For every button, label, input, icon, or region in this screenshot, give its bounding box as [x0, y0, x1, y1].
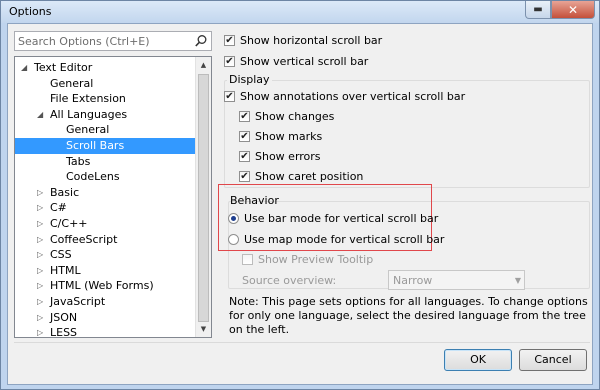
tree-item[interactable]: ▷ JavaScript — [15, 294, 197, 310]
tree-item-label: CoffeeScript — [50, 232, 118, 246]
tree-scrollbar[interactable]: ▲ ▼ — [195, 57, 211, 337]
tree-item-label: File Extension — [50, 92, 126, 106]
checkbox-label: Show marks — [255, 130, 323, 143]
close-button[interactable]: ✕ — [551, 1, 595, 19]
tree-item-label: Scroll Bars — [66, 139, 125, 152]
options-dialog: Options ▬ ✕ Search Options (Ctrl+E) ◢ Tex… — [0, 0, 600, 390]
search-placeholder: Search Options (Ctrl+E) — [18, 35, 150, 48]
collapsed-arrow-icon[interactable]: ▷ — [37, 200, 43, 216]
source-overview-label: Source overview: — [242, 274, 337, 287]
expanded-arrow-icon[interactable]: ◢ — [21, 60, 27, 76]
tree-item-label: All Languages — [50, 107, 128, 121]
checkbox-icon — [242, 254, 253, 265]
tree-item-label: C/C++ — [50, 217, 88, 230]
ok-button[interactable]: OK — [444, 349, 512, 371]
tree-item-label: JSON — [50, 310, 78, 324]
behavior-group-title: Behavior — [230, 194, 279, 207]
checkbox-icon: ✔ — [239, 171, 250, 182]
radio-label: Use bar mode for vertical scroll bar — [244, 212, 439, 225]
tree-item[interactable]: ▷ LESS — [15, 325, 197, 338]
tree-item-label: CSS — [50, 248, 72, 262]
tree-item[interactable]: CodeLens — [15, 169, 197, 185]
tree-item[interactable]: ▷ JSON — [15, 310, 197, 326]
tree-item[interactable]: Scroll Bars — [15, 138, 197, 154]
tree-item[interactable]: ▷ CoffeeScript — [15, 232, 197, 248]
checkbox-label: Show errors — [255, 150, 321, 163]
radio-icon — [228, 234, 239, 245]
search-icon[interactable] — [194, 34, 208, 48]
tree-item[interactable]: General — [15, 122, 197, 138]
tree-item[interactable]: ▷ CSS — [15, 247, 197, 263]
tree-item-label: HTML (Web Forms) — [50, 279, 154, 293]
collapsed-arrow-icon[interactable]: ▷ — [37, 278, 43, 294]
checkbox-icon: ✔ — [224, 56, 235, 67]
checkbox-icon: ✔ — [224, 91, 235, 102]
radio-label: Use map mode for vertical scroll bar — [244, 233, 445, 246]
search-options-input[interactable]: Search Options (Ctrl+E) — [14, 31, 212, 51]
cancel-button[interactable]: Cancel — [519, 349, 587, 371]
collapsed-arrow-icon[interactable]: ▷ — [37, 232, 43, 248]
collapsed-arrow-icon[interactable]: ▷ — [37, 325, 43, 337]
tree-item[interactable]: ▷ HTML — [15, 263, 197, 279]
tree-item[interactable]: ◢ All Languages — [15, 107, 197, 123]
collapsed-arrow-icon[interactable]: ▷ — [37, 247, 43, 263]
tree-item-label: General — [50, 76, 94, 90]
chevron-down-icon: ▼ — [514, 276, 521, 285]
tree-item[interactable]: ▷ C# — [15, 200, 197, 216]
tree-item-label: Text Editor — [34, 61, 93, 74]
expanded-arrow-icon[interactable]: ◢ — [37, 107, 43, 123]
tree-item[interactable]: File Extension — [15, 91, 197, 107]
minimize-button[interactable]: ▬ — [525, 1, 551, 19]
checkbox-label: Show annotations over vertical scroll ba… — [240, 90, 466, 103]
checkbox-icon: ✔ — [224, 35, 235, 46]
checkbox-icon: ✔ — [239, 131, 250, 142]
scroll-thumb[interactable] — [198, 74, 209, 322]
tree-item-label: General — [66, 123, 110, 137]
scroll-up-icon[interactable]: ▲ — [196, 57, 211, 73]
note-text: Note: This page sets options for all lan… — [229, 295, 588, 336]
checkbox-icon: ✔ — [239, 111, 250, 122]
tree-item-label: HTML — [50, 263, 81, 277]
tree-item[interactable]: Tabs — [15, 154, 197, 170]
tree-item-label: JavaScript — [50, 295, 106, 308]
tree-item-label: CodeLens — [66, 170, 120, 184]
tree-item-label: Basic — [50, 185, 80, 199]
checkbox-icon: ✔ — [239, 151, 250, 162]
collapsed-arrow-icon[interactable]: ▷ — [37, 294, 43, 310]
minimize-icon: ▬ — [533, 4, 543, 15]
checkbox-label: Show vertical scroll bar — [240, 55, 369, 68]
tree-item[interactable]: General — [15, 76, 197, 92]
separator — [14, 342, 590, 343]
tree-item-label: C# — [50, 201, 67, 215]
tree-item[interactable]: ▷ C/C++ — [15, 216, 197, 232]
display-group-title: Display — [227, 73, 272, 86]
title-bar: Options ▬ ✕ — [1, 1, 599, 23]
checkbox-label: Show changes — [255, 110, 335, 123]
collapsed-arrow-icon[interactable]: ▷ — [37, 185, 43, 201]
checkbox-label: Show Preview Tooltip — [258, 253, 374, 266]
window-controls: ▬ ✕ — [525, 1, 595, 21]
dialog-body: Search Options (Ctrl+E) ◢ Text Editor Gene… — [7, 23, 593, 385]
checkbox-label: Show horizontal scroll bar — [240, 34, 383, 47]
tree-item-label: LESS — [50, 326, 78, 338]
close-icon: ✕ — [567, 2, 579, 17]
options-tree[interactable]: ◢ Text Editor General File Extension ◢ All La… — [14, 56, 212, 338]
source-overview-dropdown[interactable]: Narrow ▼ — [388, 270, 525, 290]
collapsed-arrow-icon[interactable]: ▷ — [37, 263, 43, 279]
tree-item-label: Tabs — [66, 154, 91, 168]
scroll-down-icon[interactable]: ▼ — [196, 321, 211, 337]
collapsed-arrow-icon[interactable]: ▷ — [37, 310, 43, 326]
radio-icon — [228, 213, 239, 224]
tree-item[interactable]: ◢ Text Editor — [15, 60, 197, 76]
tree-item[interactable]: ▷ HTML (Web Forms) — [15, 278, 197, 294]
window-title: Options — [9, 5, 52, 18]
tree-item[interactable]: ▷ Basic — [15, 185, 197, 201]
dropdown-value: Narrow — [393, 274, 433, 287]
collapsed-arrow-icon[interactable]: ▷ — [37, 216, 43, 232]
